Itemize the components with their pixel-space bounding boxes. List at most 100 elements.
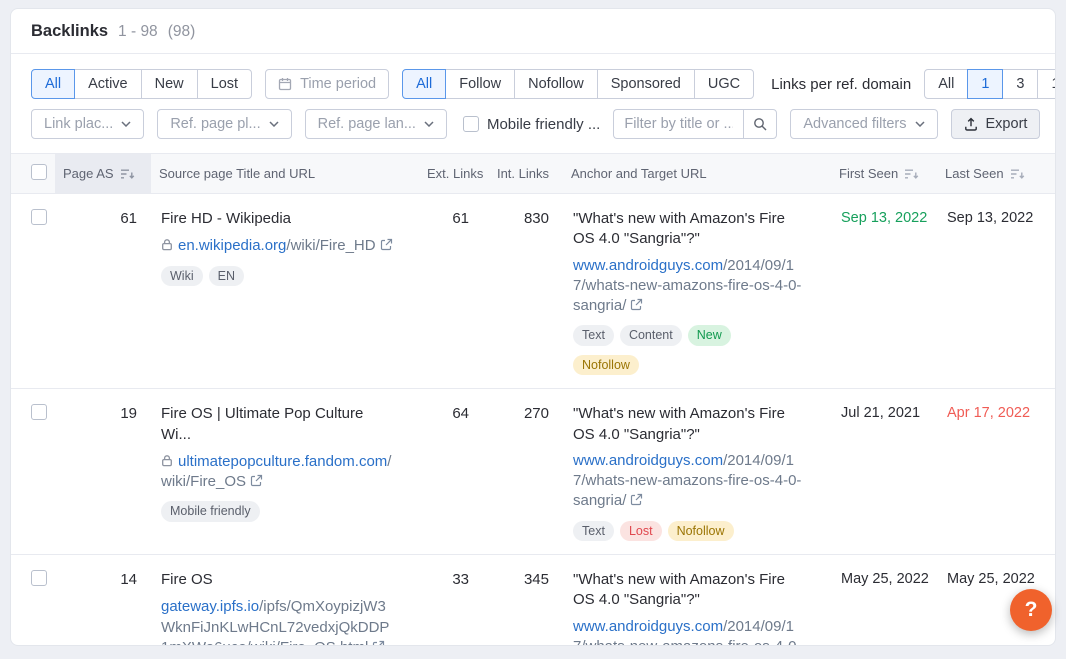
status-filter-active[interactable]: Active — [74, 69, 142, 99]
source-badges: WikiEN — [161, 257, 393, 287]
page-as-value: 14 — [55, 555, 151, 647]
mobile-friendly-checkbox[interactable] — [463, 116, 479, 132]
source-url-domain[interactable]: gateway.ipfs.io — [161, 598, 259, 615]
status-filter-lost[interactable]: Lost — [197, 69, 252, 99]
target-url[interactable]: www.androidguys.com/2014/09/17/whats-new… — [573, 617, 805, 647]
ext-links-value: 64 — [419, 389, 483, 555]
backlinks-table-body: 61 Fire HD - Wikipedia en.wikipedia.org/… — [11, 194, 1055, 647]
source-url-domain[interactable]: en.wikipedia.org — [178, 237, 286, 254]
advanced-filters-dropdown[interactable]: Advanced filters — [790, 109, 937, 139]
row-checkbox[interactable] — [31, 570, 47, 586]
badge-mobile-friendly: Mobile friendly — [161, 501, 260, 522]
table-row: 61 Fire HD - Wikipedia en.wikipedia.org/… — [11, 194, 1055, 389]
row-checkbox[interactable] — [31, 209, 47, 225]
links-per-domain-1[interactable]: 1 — [967, 69, 1003, 99]
badge-nofollow: Nofollow — [573, 355, 639, 376]
lock-icon — [161, 238, 173, 251]
source-badges: Mobile friendly — [161, 492, 393, 522]
target-url-domain[interactable]: www.androidguys.com — [573, 452, 723, 469]
follow-filter: All Follow Nofollow Sponsored UGC — [402, 69, 754, 99]
header-last-seen[interactable]: Last Seen — [937, 154, 1055, 194]
links-per-domain-filter: All 1 3 10 — [924, 69, 1056, 99]
anchor-badges: TextContentNewNofollow — [573, 316, 805, 375]
chevron-down-icon — [269, 121, 279, 127]
ref-page-platform-dropdown[interactable]: Ref. page pl... — [157, 109, 291, 139]
status-filter-new[interactable]: New — [141, 69, 198, 99]
help-button[interactable]: ? — [1010, 589, 1052, 631]
sort-icon[interactable] — [904, 168, 919, 180]
int-links-value: 270 — [483, 389, 563, 555]
export-icon — [964, 117, 978, 131]
ext-links-value: 61 — [419, 194, 483, 389]
badge-content: Content — [620, 325, 682, 346]
header-int-links: Int. Links — [483, 154, 563, 194]
links-per-domain-all[interactable]: All — [924, 69, 968, 99]
follow-filter-sponsored[interactable]: Sponsored — [597, 69, 695, 99]
last-seen-value: Sep 13, 2022 — [937, 194, 1055, 389]
filter-row-1: All Active New Lost Time period All Foll… — [31, 69, 1035, 99]
result-range: 1 - 98 — [118, 23, 158, 41]
first-seen-value: May 25, 2022 — [831, 555, 937, 647]
source-url[interactable]: en.wikipedia.org/wiki/Fire_HD — [161, 236, 393, 256]
row-checkbox[interactable] — [31, 404, 47, 420]
external-link-icon[interactable] — [630, 298, 643, 311]
chevron-down-icon — [121, 121, 131, 127]
sort-icon[interactable] — [1010, 168, 1025, 180]
table-row: 19 Fire OS | Ultimate Pop Culture Wi... … — [11, 389, 1055, 555]
page-as-value: 61 — [55, 194, 151, 389]
links-per-domain-label: Links per ref. domain — [771, 76, 911, 93]
result-total: (98) — [168, 23, 196, 41]
header-anchor: Anchor and Target URL — [563, 154, 831, 194]
ext-links-value: 33 — [419, 555, 483, 647]
anchor-badges: TextLostNofollow — [573, 512, 805, 542]
first-seen-value: Sep 13, 2022 — [831, 194, 937, 389]
page-as-value: 19 — [55, 389, 151, 555]
links-per-domain-3[interactable]: 3 — [1002, 69, 1038, 99]
table-row: 14 Fire OS gateway.ipfs.io/ipfs/QmXoypiz… — [11, 555, 1055, 647]
source-url[interactable]: ultimatepopculture.fandom.com/wiki/Fire_… — [161, 452, 393, 493]
status-filter: All Active New Lost — [31, 69, 252, 99]
follow-filter-follow[interactable]: Follow — [445, 69, 515, 99]
search-icon — [753, 117, 767, 131]
badge-nofollow: Nofollow — [668, 521, 734, 542]
header-page-as-label: Page AS — [63, 166, 114, 181]
links-per-domain-10[interactable]: 10 — [1037, 69, 1056, 99]
source-url-path[interactable]: /wiki/Fire_HD — [286, 237, 375, 254]
external-link-icon[interactable] — [250, 474, 263, 487]
header-anchor-label: Anchor and Target URL — [571, 166, 707, 181]
search-button[interactable] — [743, 109, 777, 139]
chevron-down-icon — [424, 121, 434, 127]
follow-filter-nofollow[interactable]: Nofollow — [514, 69, 598, 99]
anchor-text: "What's new with Amazon's Fire OS 4.0 "S… — [573, 209, 805, 250]
external-link-icon[interactable] — [380, 238, 393, 251]
sort-icon[interactable] — [120, 168, 135, 180]
header-last-seen-label: Last Seen — [945, 166, 1004, 181]
follow-filter-all[interactable]: All — [402, 69, 446, 99]
status-filter-all[interactable]: All — [31, 69, 75, 99]
page-title: Backlinks — [31, 22, 108, 41]
target-url-domain[interactable]: www.androidguys.com — [573, 257, 723, 274]
target-url[interactable]: www.androidguys.com/2014/09/17/whats-new… — [573, 256, 805, 317]
time-period-label: Time period — [300, 76, 376, 92]
header-source: Source page Title and URL — [151, 154, 419, 194]
link-placement-dropdown[interactable]: Link plac... — [31, 109, 144, 139]
search-input[interactable] — [613, 109, 743, 139]
target-url[interactable]: www.androidguys.com/2014/09/17/whats-new… — [573, 451, 805, 512]
header-first-seen[interactable]: First Seen — [831, 154, 937, 194]
mobile-friendly-label: Mobile friendly ... — [487, 116, 600, 133]
follow-filter-ugc[interactable]: UGC — [694, 69, 754, 99]
external-link-icon[interactable] — [372, 640, 385, 646]
time-period-button[interactable]: Time period — [265, 69, 389, 99]
source-url[interactable]: gateway.ipfs.io/ipfs/QmXoypizjW3WknFiJnK… — [161, 597, 393, 646]
select-all-header — [11, 154, 55, 194]
ref-page-language-dropdown[interactable]: Ref. page lan... — [305, 109, 447, 139]
source-title: Fire OS — [161, 570, 393, 590]
first-seen-value: Jul 21, 2021 — [831, 389, 937, 555]
source-url-domain[interactable]: ultimatepopculture.fandom.com — [178, 453, 387, 470]
header-source-label: Source page Title and URL — [159, 166, 315, 181]
header-page-as[interactable]: Page AS — [55, 154, 151, 194]
export-button[interactable]: Export — [951, 109, 1041, 139]
external-link-icon[interactable] — [630, 493, 643, 506]
select-all-checkbox[interactable] — [31, 164, 47, 180]
target-url-domain[interactable]: www.androidguys.com — [573, 618, 723, 635]
